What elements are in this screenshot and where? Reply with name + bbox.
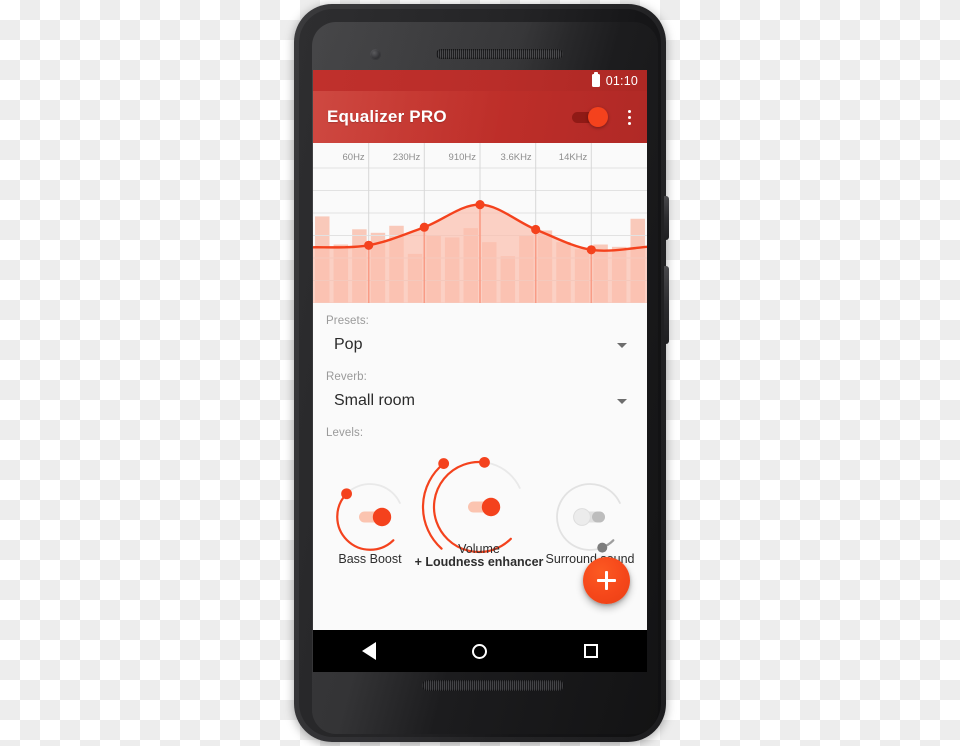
equalizer-chart[interactable]: 60Hz 230Hz 910Hz 3.6KHz 14KHz — [313, 143, 647, 303]
nav-recents-button[interactable] — [566, 630, 616, 672]
frequency-tick-label: 910Hz — [449, 152, 477, 163]
band-handle-14khz[interactable] — [586, 245, 596, 255]
recents-square-icon — [584, 644, 599, 658]
frequency-tick-label: 230Hz — [393, 152, 421, 163]
add-preset-fab[interactable] — [583, 557, 630, 604]
power-button[interactable] — [664, 196, 669, 240]
battery-full-icon — [591, 71, 600, 87]
overflow-menu-button[interactable] — [621, 107, 637, 127]
knob-surround-sound[interactable]: Surround sound — [546, 483, 635, 566]
phone-screen: 01:10 Equalizer PRO 60Hz 230Hz 910Hz 3.6… — [313, 70, 647, 672]
knob-toggle-thumb[interactable] — [481, 497, 501, 517]
chevron-down-icon — [617, 342, 627, 348]
knob-handle[interactable] — [341, 488, 352, 500]
controls-panel: Presets: Pop Reverb: Small room Levels: … — [313, 303, 647, 624]
volume-rocker-button[interactable] — [664, 266, 669, 344]
android-navigation-bar — [313, 630, 647, 672]
status-bar-clock: 01:10 — [605, 73, 638, 88]
level-knobs-svg[interactable]: Bass Boost Volume+ Loudness enhancer Surro… — [313, 445, 647, 575]
earpiece-speaker-grille — [436, 49, 563, 59]
knob-toggle-track-off — [592, 511, 605, 523]
presets-label: Presets: — [326, 315, 369, 327]
levels-label: Levels: — [326, 427, 364, 439]
app-bar: Equalizer PRO — [313, 91, 647, 143]
nav-back-button[interactable] — [344, 630, 394, 672]
knob-handle[interactable] — [479, 456, 490, 468]
home-circle-icon — [472, 643, 488, 659]
reverb-label: Reverb: — [326, 371, 367, 383]
presets-selected-value: Pop — [334, 336, 363, 353]
screenshot-stage: 01:10 Equalizer PRO 60Hz 230Hz 910Hz 3.6… — [0, 0, 960, 746]
nav-home-button[interactable] — [455, 630, 505, 672]
knob-toggle-thumb[interactable] — [372, 507, 392, 527]
knob-outer-handle[interactable] — [438, 458, 450, 469]
reverb-selected-value: Small room — [334, 392, 415, 409]
camera-icon — [370, 49, 381, 60]
knob-label: Volume — [458, 542, 500, 556]
knob-toggle-thumb[interactable] — [573, 508, 591, 526]
frequency-tick-label: 14KHz — [559, 152, 588, 163]
knob-controls[interactable]: Bass Boost Volume+ Loudness enhancer Surro… — [336, 456, 635, 569]
band-handle-3.6khz[interactable] — [531, 224, 541, 235]
equalizer-power-toggle[interactable] — [572, 107, 608, 127]
app-title: Equalizer PRO — [327, 107, 447, 126]
three-dots-vertical-icon — [627, 115, 631, 119]
knob-volume-loudness[interactable]: Volume+ Loudness enhancer — [415, 456, 544, 569]
band-handle-230hz[interactable] — [419, 222, 429, 232]
equalizer-chart-svg[interactable]: 60Hz 230Hz 910Hz 3.6KHz 14KHz — [313, 143, 647, 303]
three-dots-vertical-icon — [627, 109, 631, 113]
bottom-speaker-grille — [422, 680, 564, 691]
level-knobs-row: Bass Boost Volume + Loudness enhancer Surro… — [313, 445, 647, 575]
knob-label: Bass Boost — [338, 552, 402, 566]
back-triangle-icon — [361, 642, 376, 660]
presets-dropdown[interactable]: Pop — [323, 330, 637, 360]
chevron-down-icon — [617, 398, 627, 404]
plus-icon — [597, 571, 616, 590]
toggle-thumb — [588, 107, 608, 127]
knob-label: + Loudness enhancer — [415, 555, 544, 569]
three-dots-vertical-icon — [627, 121, 631, 125]
band-handle-910hz[interactable] — [475, 200, 485, 210]
band-handle-60hz[interactable] — [364, 240, 374, 250]
knob-bass-boost[interactable]: Bass Boost — [336, 483, 402, 566]
frequency-tick-label: 3.6KHz — [501, 152, 532, 163]
reverb-dropdown[interactable]: Small room — [323, 386, 637, 416]
frequency-tick-label: 60Hz — [343, 152, 365, 163]
status-bar: 01:10 — [313, 70, 647, 91]
